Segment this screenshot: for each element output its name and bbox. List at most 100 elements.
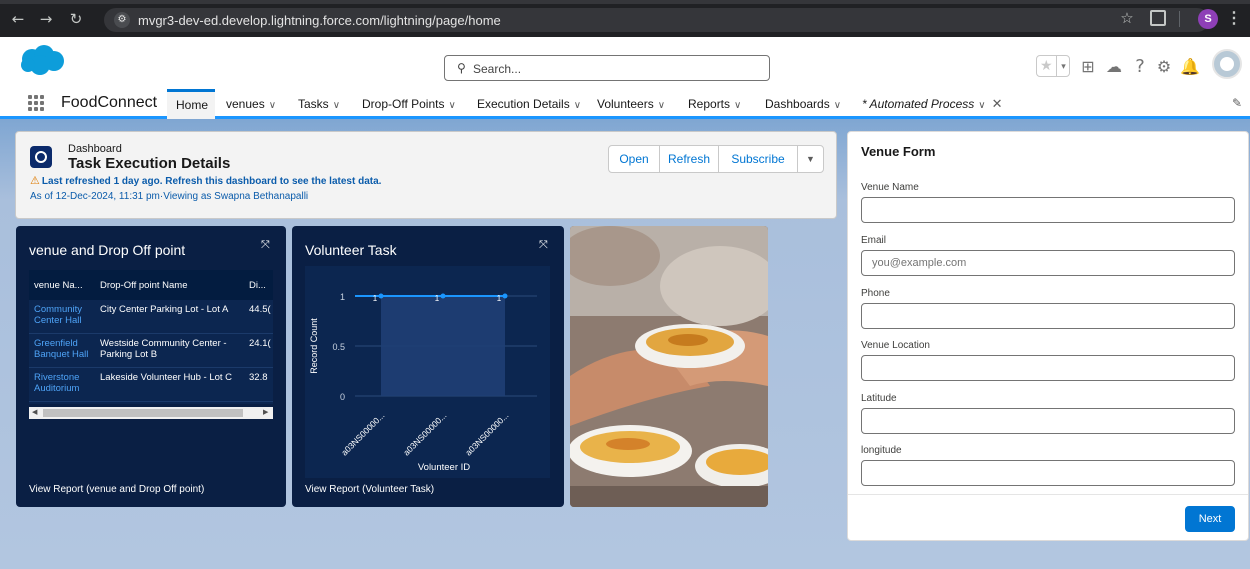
phone-label: Phone [861,288,890,299]
column-header-dropoff[interactable]: Drop-Off point Name [100,280,240,291]
tab-venues[interactable]: venues ∨ [226,97,276,111]
setup-gear-icon[interactable]: ⚙ [1154,57,1174,77]
app-navigation: FoodConnect Home venues ∨ Tasks ∨ Drop-Off… [0,89,1250,119]
site-info-icon[interactable]: ⚙ [114,12,130,28]
chevron-down-icon[interactable]: ∨ [734,100,741,111]
series-area [381,296,505,396]
y-tick-label: 0.5 [332,342,345,352]
widget-venue-dropoff: venue and Drop Off point ⤧ venue Na... D… [16,226,286,507]
close-tab-icon[interactable]: ✕ [992,97,1003,112]
volunteer-task-chart: 1 0.5 0 Record Count 1 1 1 a03NS00000... a03NS00… [309,292,537,473]
salesforce-logo[interactable] [18,45,66,77]
user-avatar[interactable] [1212,49,1242,79]
tab-reports-label: Reports [688,97,731,111]
scrollbar-thumb[interactable] [43,409,243,417]
dashboard-header: Dashboard Task Execution Details ⚠ Last r… [15,131,837,219]
tab-execution-details-label: Execution Details [477,97,570,111]
chevron-down-icon[interactable]: ∨ [269,100,276,111]
edit-nav-pencil-icon[interactable]: ✎ [1232,96,1242,110]
form-divider [848,494,1248,495]
app-launcher-icon[interactable] [28,95,44,111]
tab-tasks[interactable]: Tasks ∨ [298,97,340,111]
tab-execution-details[interactable]: Execution Details ∨ [477,97,581,111]
venue-location-input[interactable] [861,355,1235,381]
chevron-down-icon[interactable]: ∨ [834,100,841,111]
view-report-link[interactable]: View Report (venue and Drop Off point) [29,484,204,495]
profile-avatar[interactable]: S [1198,9,1218,29]
toolbar-divider [1179,11,1180,27]
chart-area: 1 0.5 0 Record Count 1 1 1 a03NS00000... a03NS00… [305,266,550,478]
tab-dashboards-label: Dashboards [765,97,830,111]
star-icon[interactable]: ★ [1040,58,1053,74]
forward-icon[interactable]: → [36,9,56,29]
venue-name-label: Venue Name [861,182,919,193]
chevron-down-icon[interactable]: ∨ [658,100,665,111]
widget-title: Volunteer Task [305,242,397,258]
extensions-icon[interactable] [1150,10,1166,26]
table-header: venue Na... Drop-Off point Name Di... [29,270,273,300]
browser-menu-icon[interactable]: ⋮ [1226,9,1242,29]
dropoff-cell: City Center Parking Lot - Lot A [100,304,229,315]
horizontal-scrollbar[interactable]: ◀ ▶ [29,407,273,419]
venue-link[interactable]: Greenfield Banquet Hall [34,338,94,368]
global-search[interactable]: ⚲ Search... [444,55,770,81]
food-serving-photo [570,226,768,507]
latitude-input[interactable] [861,408,1235,434]
chevron-down-icon[interactable]: ∨ [574,100,581,111]
search-placeholder: Search... [473,62,522,76]
tab-home[interactable]: Home [167,89,215,119]
favorites-button[interactable]: ★ ▾ [1036,55,1070,77]
venue-name-input[interactable] [861,197,1235,223]
more-actions-chevron-icon[interactable]: ▼ [797,145,824,173]
column-header-distance[interactable]: Di... [249,280,273,291]
phone-input[interactable] [861,303,1235,329]
warning-icon: ⚠ [30,174,40,187]
table-row: Riverstone Auditorium Lakeside Volunteer… [29,368,273,402]
form-title: Venue Form [861,144,936,159]
expand-icon[interactable]: ⤧ [539,238,548,252]
refresh-button[interactable]: Refresh [659,145,719,173]
latitude-label: Latitude [861,393,897,404]
tab-volunteers[interactable]: Volunteers ∨ [597,97,665,111]
x-axis-label: Volunteer ID [418,462,470,473]
tab-home-label: Home [176,98,209,112]
chevron-down-icon[interactable]: ∨ [448,100,455,111]
global-actions-icon[interactable]: ⊞ [1078,57,1098,77]
data-label: 1 [497,294,502,303]
venue-link[interactable]: Riverstone Auditorium [34,372,94,402]
open-button[interactable]: Open [608,145,660,173]
notifications-bell-icon[interactable]: 🔔 [1180,57,1200,77]
column-header-venue[interactable]: venue Na... [34,280,92,291]
back-icon[interactable]: ← [8,9,28,29]
tab-dashboards[interactable]: Dashboards ∨ [765,97,841,111]
help-icon[interactable]: ? [1130,57,1150,77]
next-button[interactable]: Next [1185,506,1235,532]
trailhead-icon[interactable]: ☁ [1104,57,1124,77]
data-label: 1 [373,294,378,303]
chevron-down-icon[interactable]: ∨ [978,100,985,111]
email-input[interactable] [861,250,1235,276]
dashboard-title: Task Execution Details [68,155,231,172]
address-bar[interactable]: ⚙ mvgr3-dev-ed.develop.lightning.force.c… [104,8,1209,32]
scroll-left-icon[interactable]: ◀ [32,408,37,416]
y-tick-label: 1 [340,292,345,302]
reload-icon[interactable]: ↻ [66,9,86,29]
venue-link[interactable]: Community Center Hall [34,304,94,334]
tab-automated-process[interactable]: * Automated Process ∨ ✕ [862,97,1003,112]
favorites-dropdown-icon[interactable]: ▾ [1056,56,1070,76]
table-row: Community Center Hall City Center Parkin… [29,300,273,334]
venue-form: Venue Form Venue Name Email Phone Venue … [847,131,1249,541]
tab-reports[interactable]: Reports ∨ [688,97,741,111]
search-icon: ⚲ [457,61,466,75]
bookmark-star-icon[interactable]: ☆ [1117,9,1137,29]
tab-drop-off-points[interactable]: Drop-Off Points ∨ [362,97,456,111]
longitude-input[interactable] [861,460,1235,486]
url-text[interactable]: mvgr3-dev-ed.develop.lightning.force.com… [138,13,501,28]
browser-chrome: ← → ↻ ⚙ mvgr3-dev-ed.develop.lightning.f… [0,0,1250,37]
subscribe-button[interactable]: Subscribe [718,145,798,173]
chevron-down-icon[interactable]: ∨ [333,100,340,111]
scroll-right-icon[interactable]: ▶ [263,408,268,416]
email-label: Email [861,235,887,246]
expand-icon[interactable]: ⤧ [261,238,270,252]
view-report-link[interactable]: View Report (Volunteer Task) [305,484,434,495]
